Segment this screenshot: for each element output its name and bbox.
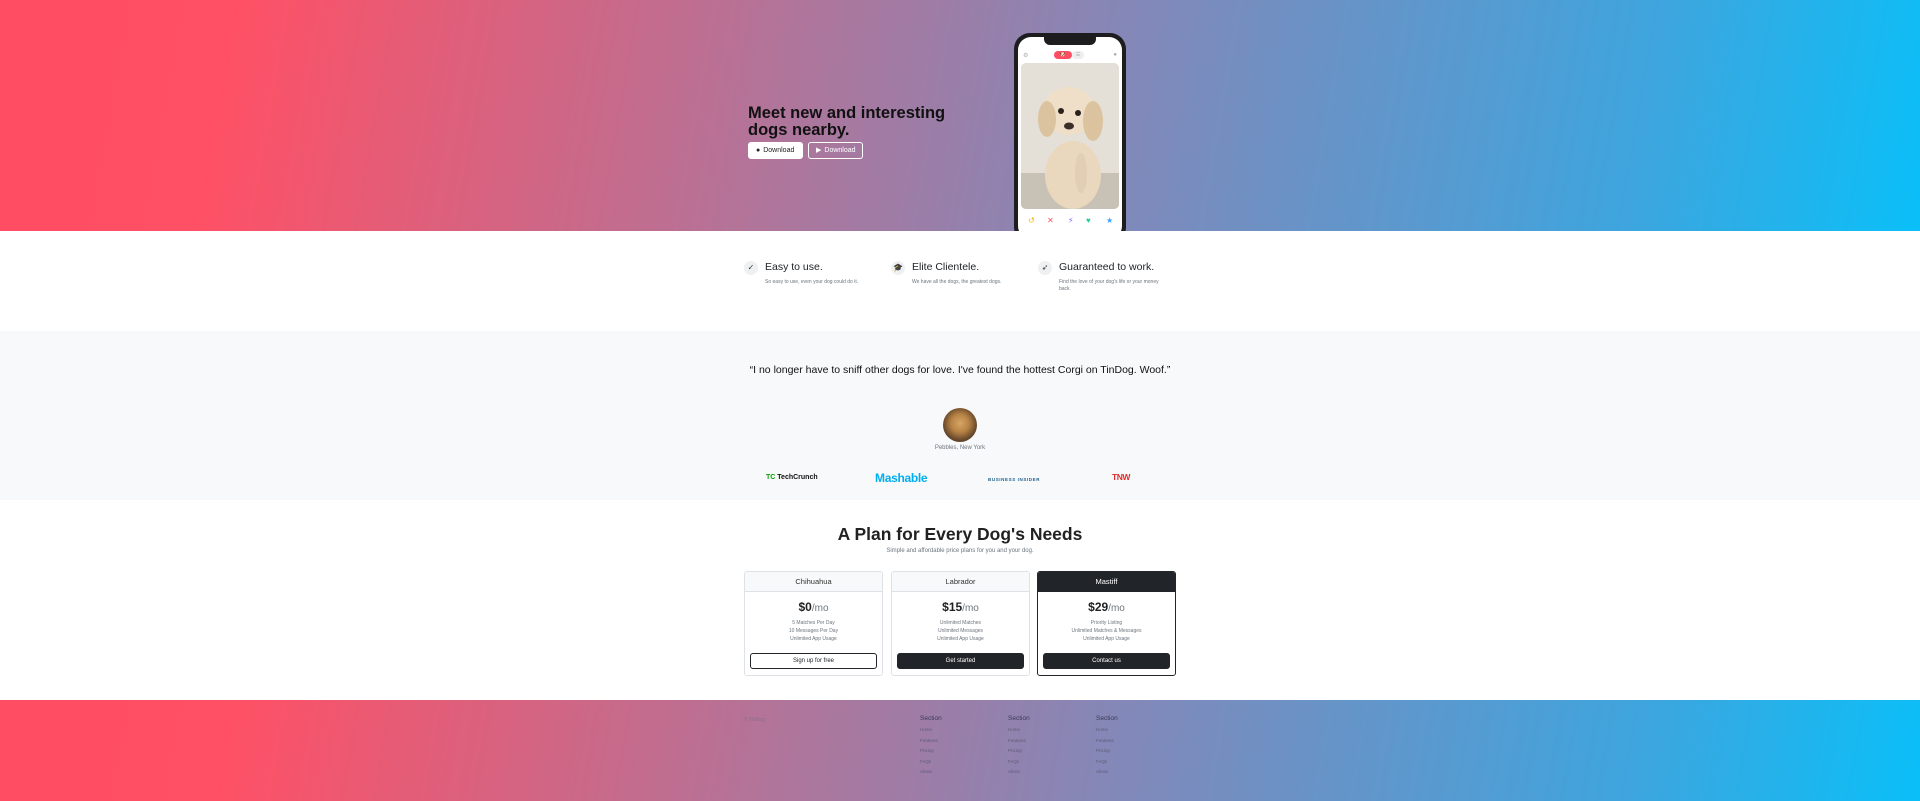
plan-price-row: $29/mo [1038, 600, 1175, 614]
menu-toggle: ☰ [1072, 51, 1084, 59]
plan-features: Priority Listing Unlimited Matches & Mes… [1038, 619, 1175, 643]
plan-feature: Unlimited Matches & Messages [1071, 628, 1142, 634]
footer-link-about[interactable]: About [1008, 767, 1068, 778]
plan-feature: Unlimited App Usage [937, 636, 984, 642]
nope-icon[interactable]: ✕ [1047, 216, 1054, 225]
feature-title: Easy to use. [765, 261, 823, 273]
contact-us-button[interactable]: Contact us [1043, 653, 1170, 669]
footer-column: Section Home Features Pricing FAQs About [920, 715, 980, 778]
plan-feature: Unlimited Matches [939, 620, 982, 626]
plan-feature: Priority Listing [1090, 620, 1123, 626]
footer-link-features[interactable]: Features [1096, 736, 1156, 747]
plan-period: /mo [962, 603, 979, 614]
plan-name: Mastiff [1038, 572, 1175, 592]
plan-feature: 10 Messages Per Day [788, 628, 839, 634]
footer-link-features[interactable]: Features [920, 736, 980, 747]
boost-icon[interactable]: ⚡ [1068, 216, 1074, 225]
get-started-button[interactable]: Get started [897, 653, 1024, 669]
footer-column-title: Section [1096, 715, 1118, 722]
pricing-section: A Plan for Every Dog's Needs Simple and … [0, 500, 1920, 700]
hero-title: Meet new and interesting dogs nearby. [748, 104, 946, 139]
like-icon[interactable]: ♥ [1086, 216, 1091, 225]
footer-link-home[interactable]: Home [1096, 725, 1156, 736]
testimonial-section: “I no longer have to sniff other dogs fo… [0, 331, 1920, 500]
graduation-cap-icon: 🎓 [891, 261, 905, 275]
avatar [943, 408, 977, 442]
sign-up-button[interactable]: Sign up for free [750, 653, 877, 669]
plan-feature: 5 Matches Per Day [792, 620, 835, 626]
feature-title: Guaranteed to work. [1059, 261, 1155, 273]
feature-description: We have all the dogs, the greatest dogs. [912, 279, 1002, 285]
footer-link-home[interactable]: Home [1008, 725, 1068, 736]
settings-icon: ⚙ [1023, 53, 1029, 59]
plan-features: 5 Matches Per Day 10 Messages Per Day Un… [745, 619, 882, 643]
plan-features: Unlimited Matches Unlimited Messages Unl… [892, 619, 1029, 643]
plan-period: /mo [811, 603, 829, 614]
plan-price-row: $0/mo [745, 600, 882, 614]
dog-photo [1021, 63, 1119, 209]
feature-title: Elite Clientele. [912, 261, 980, 273]
testimonial-caption: Pebbles, New York [934, 445, 986, 451]
play-store-icon: ▶ [816, 147, 822, 154]
play-store-download-button[interactable]: ▶ Download [808, 142, 863, 159]
footer-link-about[interactable]: About [1096, 767, 1156, 778]
features-section: ✓ Easy to use. So easy to use, even your… [0, 231, 1920, 331]
pricing-subtitle: Simple and affordable price plans for yo… [886, 548, 1034, 554]
footer-link-faqs[interactable]: FAQs [920, 757, 980, 768]
download-label: Download [763, 147, 795, 154]
plan-name: Labrador [892, 572, 1029, 592]
plan-price: $15 [942, 600, 963, 614]
poodle-image [1021, 63, 1119, 209]
footer-link-pricing[interactable]: Pricing [920, 746, 980, 757]
footer-link-pricing[interactable]: Pricing [1008, 746, 1068, 757]
footer-column-title: Section [1008, 715, 1030, 722]
footer-link-pricing[interactable]: Pricing [1096, 746, 1156, 757]
chat-icon: ● [1113, 52, 1117, 58]
footer-link-faqs[interactable]: FAQs [1008, 757, 1068, 768]
plan-period: /mo [1108, 603, 1125, 614]
techcrunch-name: TechCrunch [777, 474, 818, 481]
feature-description: So easy to use, even your dog could do i… [765, 279, 859, 285]
apple-icon: ● [756, 147, 761, 154]
plan-price: $0 [798, 600, 812, 614]
rewind-icon[interactable]: ↺ [1028, 216, 1035, 225]
super-like-icon[interactable]: ★ [1106, 216, 1113, 225]
techcrunch-logo: TC TechCrunch [766, 474, 818, 481]
plan-card-mastiff: Mastiff $29/mo Priority Listing Unlimite… [1037, 571, 1176, 676]
footer-link-about[interactable]: About [920, 767, 980, 778]
dog-toggle: 🐶 [1054, 51, 1072, 59]
phone-mockup: ⚙ 🐶 ☰ ● ↺ ✕ ⚡ ♥ ★ [1014, 33, 1126, 231]
plan-feature: Unlimited Messages [937, 628, 984, 634]
phone-screen: ⚙ 🐶 ☰ ● ↺ ✕ ⚡ ♥ ★ [1018, 37, 1122, 231]
phone-notch [1044, 37, 1096, 45]
business-insider-logo: BUSINESS INSIDER [988, 477, 1041, 482]
testimonial-quote: “I no longer have to sniff other dogs fo… [749, 364, 1171, 376]
app-store-download-button[interactable]: ● Download [748, 142, 803, 159]
footer-column: Section Home Features Pricing FAQs About [1008, 715, 1068, 778]
tnw-logo: TNW [1112, 472, 1130, 482]
plan-price: $29 [1088, 600, 1109, 614]
mashable-logo: Mashable [875, 471, 928, 485]
footer-link-faqs[interactable]: FAQs [1096, 757, 1156, 768]
footer: © TinDog Section Home Features Pricing F… [0, 700, 1920, 801]
plan-price-row: $15/mo [892, 600, 1029, 614]
plan-card-chihuahua: Chihuahua $0/mo 5 Matches Per Day 10 Mes… [744, 571, 883, 676]
copyright: © TinDog [744, 717, 765, 723]
plan-card-labrador: Labrador $15/mo Unlimited Matches Unlimi… [891, 571, 1030, 676]
footer-column-title: Section [920, 715, 942, 722]
check-circle-icon: ✓ [744, 261, 758, 275]
footer-link-features[interactable]: Features [1008, 736, 1068, 747]
footer-link-home[interactable]: Home [920, 725, 980, 736]
footer-column: Section Home Features Pricing FAQs About [1096, 715, 1156, 778]
plan-name: Chihuahua [745, 572, 882, 592]
download-label: Download [824, 147, 856, 154]
pricing-title: A Plan for Every Dog's Needs [837, 524, 1083, 544]
phone-topbar: ⚙ 🐶 ☰ ● [1018, 50, 1122, 60]
plan-feature: Unlimited App Usage [790, 636, 837, 642]
feature-description: Find the love of your dog's life or your… [1059, 279, 1159, 292]
techcrunch-tc: TC [766, 474, 776, 481]
heart-arrow-icon: ➶ [1038, 261, 1052, 275]
plan-feature: Unlimited App Usage [1083, 636, 1130, 642]
hero-section: Meet new and interesting dogs nearby. ● … [0, 0, 1920, 231]
